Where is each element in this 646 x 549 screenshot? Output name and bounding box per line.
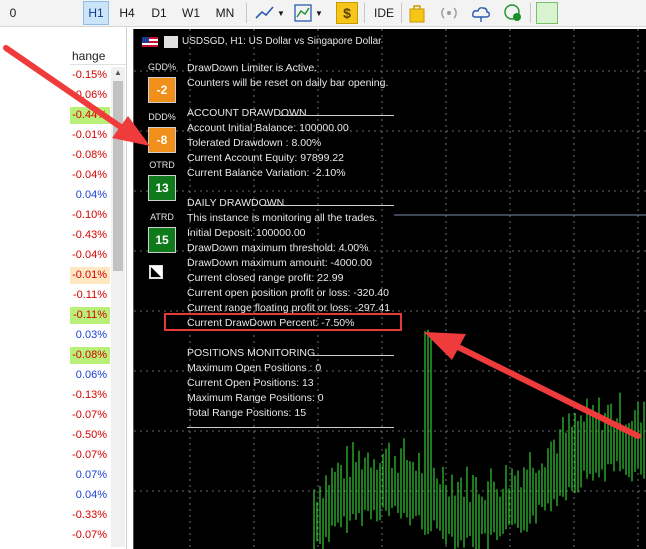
watch-row[interactable]: -0.13% — [70, 387, 110, 404]
watch-row[interactable]: -0.33% — [70, 507, 110, 524]
dollar-icon[interactable]: $ — [336, 2, 358, 24]
info-dd-amount: DrawDown maximum amount: -4000.00 — [187, 257, 372, 269]
expert-logo-icon — [164, 36, 178, 48]
info-balance-variation: Current Balance Variation: -2.10% — [187, 167, 346, 179]
info-line-reset: Counters will be reset on daily bar open… — [187, 77, 389, 89]
indicator-chart-icon[interactable] — [292, 2, 314, 24]
toolbar-separator — [401, 3, 402, 23]
section-rule — [262, 205, 394, 206]
highlight-box — [164, 313, 402, 331]
ide-button[interactable]: IDE — [372, 1, 396, 25]
info-tolerated-drawdown: Tolerated Drawdown : 8.00% — [187, 137, 322, 149]
section-rule — [187, 427, 394, 428]
info-current-open-positions: Current Open Positions: 13 — [187, 377, 314, 389]
otrd-label: OTRD — [149, 160, 175, 170]
section-daily-drawdown: DAILY DRAWDOWN — [187, 197, 285, 209]
info-total-range-positions: Total Range Positions: 15 — [187, 407, 307, 419]
toolbar-separator — [246, 3, 247, 23]
watch-row[interactable]: -0.10% — [70, 207, 110, 224]
timeframe-mn-button[interactable]: MN — [210, 1, 240, 25]
terminal-icon[interactable] — [536, 2, 558, 24]
watch-row[interactable]: 0.04% — [70, 187, 110, 204]
watch-row[interactable]: 0.03% — [70, 327, 110, 344]
watch-row[interactable]: 0.04% — [70, 487, 110, 504]
info-max-open-positions: Maximum Open Positions : 0 — [187, 362, 322, 374]
section-rule — [280, 115, 394, 116]
info-open-pl: Current open position profit or loss: -3… — [187, 287, 389, 299]
chart-title: USDSGD, H1: US Dollar vs Singapore Dolla… — [182, 36, 382, 47]
info-initial-deposit: Initial Deposit: 100000.00 — [187, 227, 306, 239]
timeframe-d1-button[interactable]: D1 — [146, 1, 172, 25]
info-line-status: DrawDown Limiter is Active. — [187, 62, 318, 74]
cloud-icon[interactable] — [470, 2, 492, 24]
watch-row[interactable]: -0.43% — [70, 227, 110, 244]
timeframe-w1-button[interactable]: W1 — [178, 1, 204, 25]
toolbar-separator — [530, 3, 531, 23]
atrd-badge: 15 — [148, 227, 176, 253]
section-account-drawdown: ACCOUNT DRAWDOWN — [187, 107, 307, 119]
info-account-equity: Current Account Equity: 97899.22 — [187, 152, 345, 164]
timeframe-h4-button[interactable]: H4 — [114, 1, 140, 25]
watch-row[interactable]: -0.07% — [70, 447, 110, 464]
section-rule — [309, 355, 394, 356]
info-initial-balance: Account Initial Balance: 100000.00 — [187, 122, 349, 134]
watch-row[interactable]: 0.06% — [70, 367, 110, 384]
chevron-down-icon[interactable]: ▼ — [276, 1, 286, 25]
timeframe-m30-button[interactable]: 0 — [0, 1, 26, 25]
otrd-badge: 13 — [148, 175, 176, 201]
panel-toggle-icon[interactable] — [149, 265, 163, 279]
info-closed-profit: Current closed range profit: 22.99 — [187, 272, 344, 284]
watch-row[interactable]: 0.07% — [70, 467, 110, 484]
watch-row[interactable]: -0.08% — [70, 347, 110, 364]
info-monitoring: This instance is monitoring all the trad… — [187, 212, 378, 224]
signal-icon[interactable] — [438, 2, 460, 24]
watch-row[interactable]: -0.50% — [70, 427, 110, 444]
chevron-down-icon[interactable]: ▼ — [314, 1, 324, 25]
watch-row[interactable]: -0.04% — [70, 167, 110, 184]
line-chart-icon[interactable] — [254, 2, 276, 24]
globe-icon[interactable] — [502, 2, 524, 24]
bag-icon[interactable] — [406, 2, 428, 24]
timeframe-h1-button[interactable]: H1 — [83, 1, 109, 25]
watch-row[interactable]: -0.07% — [70, 527, 110, 544]
info-dd-threshold: DrawDown maximum threshold: 4.00% — [187, 242, 369, 254]
watch-row[interactable]: -0.11% — [70, 287, 110, 304]
toolbar: 0 H1 H4 D1 W1 MN ▼ ▼ $ IDE — [0, 0, 646, 27]
watch-row[interactable]: -0.01% — [70, 267, 110, 284]
annotation-arrow-right — [424, 332, 641, 439]
watch-row[interactable]: -0.11% — [70, 307, 110, 324]
info-max-range-positions: Maximum Range Positions: 0 — [187, 392, 324, 404]
watch-row[interactable]: -0.07% — [70, 407, 110, 424]
chart-window[interactable]: USDSGD, H1: US Dollar vs Singapore Dolla… — [133, 29, 646, 549]
watch-row[interactable]: -0.04% — [70, 247, 110, 264]
atrd-label: ATRD — [150, 212, 174, 222]
section-positions-monitoring: POSITIONS MONITORING — [187, 347, 316, 359]
annotation-arrow-left — [3, 45, 150, 146]
toolbar-separator — [364, 3, 365, 23]
